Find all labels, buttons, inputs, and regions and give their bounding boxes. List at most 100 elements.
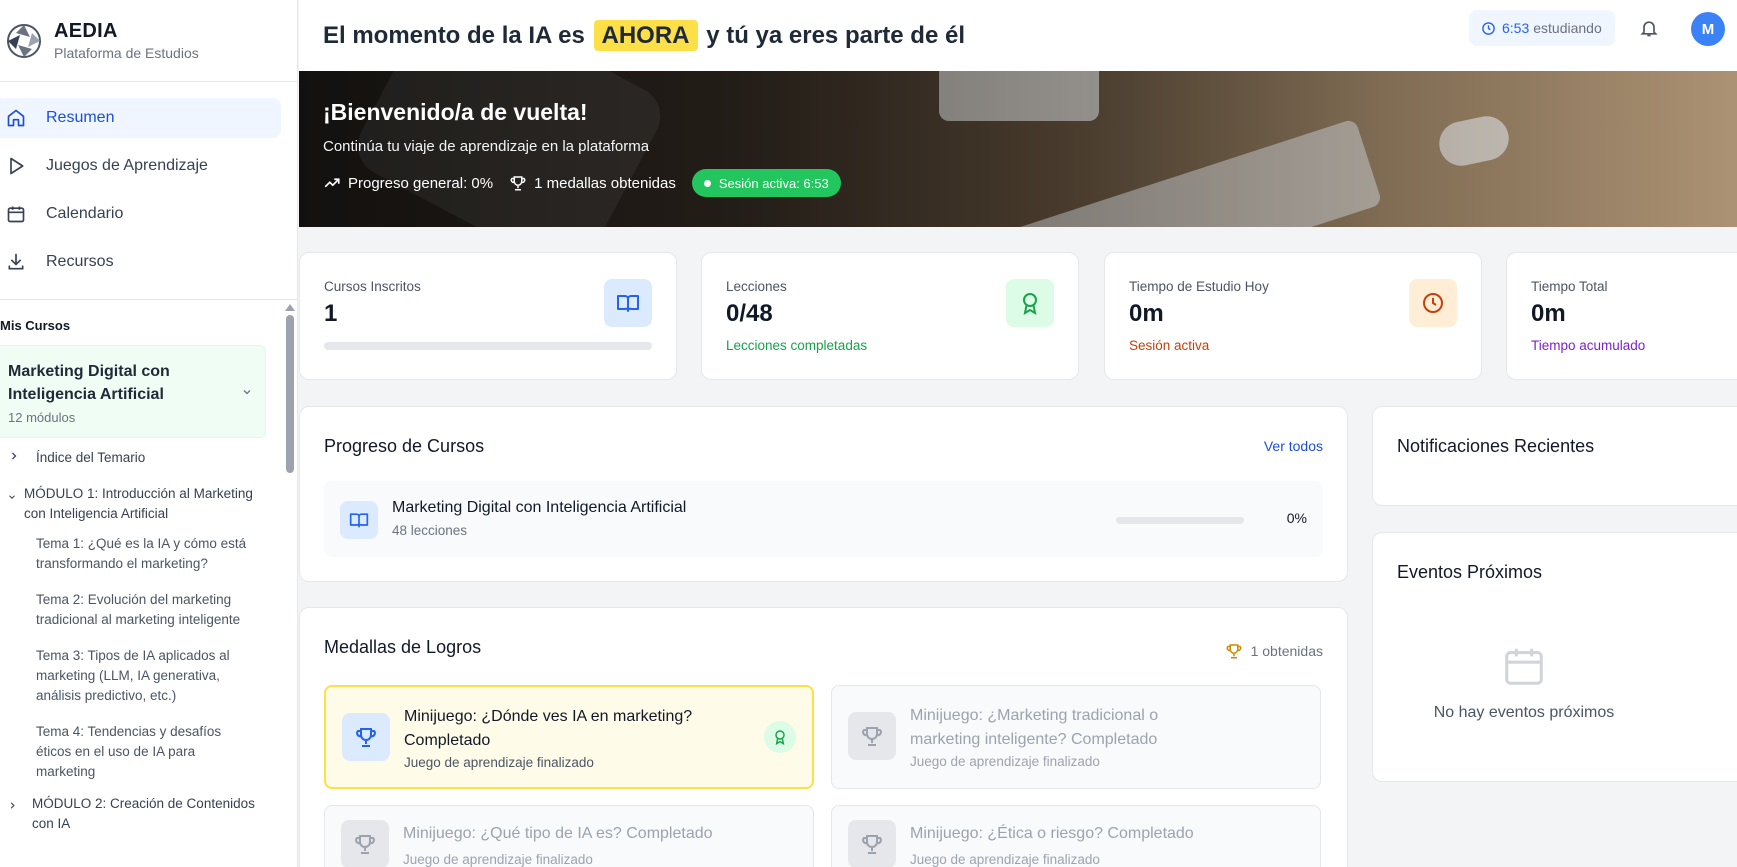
nav-label: Resumen	[46, 109, 115, 126]
topic-item[interactable]: Tema 4: Tendencias y desafíos éticos en …	[0, 718, 266, 786]
brand-subtitle: Plataforma de Estudios	[54, 45, 199, 61]
stat-value: 0m	[1129, 300, 1164, 327]
trophy-icon	[355, 835, 375, 854]
scroll-thumb[interactable]	[286, 315, 294, 473]
course-progress-bar	[1116, 517, 1244, 524]
events-empty-state: No hay eventos próximos	[1373, 643, 1675, 722]
headline: El momento de la IA es AHORA y tú ya ere…	[323, 19, 965, 51]
course-progress-panel: Progreso de Cursos Ver todos Marketing D…	[299, 406, 1348, 582]
medal-subtitle: Juego de aprendizaje finalizado	[403, 852, 593, 867]
avatar[interactable]: M	[1691, 12, 1725, 46]
session-text: Sesión activa: 6:53	[718, 175, 829, 191]
stat-note: Lecciones completadas	[726, 338, 868, 353]
course-percent: 0%	[1286, 510, 1307, 526]
medal-title: Minijuego: ¿Marketing tradicional o mark…	[910, 707, 1159, 748]
stat-value: 0m	[1531, 300, 1566, 327]
play-icon	[10, 157, 24, 175]
session-badge: Sesión activa: 6:53	[691, 169, 841, 197]
sidebar: AEDIA Plataforma de Estudios Resumen Jue…	[0, 0, 298, 867]
sidebar-scrollbar[interactable]	[285, 304, 295, 867]
award-icon	[775, 730, 785, 745]
medal-card[interactable]: Minijuego: ¿Dónde ves IA en marketing? C…	[324, 685, 814, 789]
main-nav: Resumen Juegos de Aprendizaje Calendario…	[0, 82, 297, 300]
calendar-icon	[1505, 648, 1543, 685]
nav-label: Calendario	[46, 205, 124, 222]
medal-card[interactable]: Minijuego: ¿Marketing tradicional o mark…	[831, 685, 1321, 789]
view-all-link[interactable]: Ver todos	[1264, 438, 1323, 454]
medal-icon-box	[848, 820, 896, 867]
medal-title: Minijuego: ¿Dónde ves IA en marketing? C…	[404, 708, 693, 749]
course-card[interactable]: Marketing Digital con Inteligencia Artif…	[0, 345, 266, 438]
headline-post: y tú ya eres parte de él	[706, 21, 965, 49]
home-icon	[7, 109, 25, 127]
topic-item[interactable]: Tema 3: Tipos de IA aplicados al marketi…	[0, 642, 266, 710]
medals-count-text: 1 medallas obtenidas	[534, 174, 676, 192]
medals-earned: 1 obtenidas	[1225, 642, 1323, 660]
nav-item-juegos[interactable]: Juegos de Aprendizaje	[0, 146, 281, 186]
overall-progress: Progreso general: 0%	[323, 174, 493, 192]
medal-icon-box	[342, 713, 390, 761]
tree-item-modulo-2[interactable]: MÓDULO 2: Creación de Contenidos con IA	[0, 788, 266, 840]
chevron-down-icon[interactable]	[241, 386, 253, 398]
banner-content: ¡Bienvenido/a de vuelta! Continúa tu via…	[323, 99, 841, 197]
nav-item-calendario[interactable]: Calendario	[0, 194, 281, 234]
course-tree: Índice del Temario MÓDULO 1: Introducció…	[0, 442, 266, 840]
tree-item-indice[interactable]: Índice del Temario	[0, 442, 266, 474]
clock-icon	[1482, 21, 1495, 35]
medal-title: Minijuego: ¿Ética o riesgo? Completado	[910, 825, 1194, 842]
trending-up-icon	[324, 178, 340, 188]
course-lessons: 48 lecciones	[392, 523, 468, 538]
tree-item-modulo-1[interactable]: MÓDULO 1: Introducción al Marketing con …	[0, 478, 266, 530]
medal-card[interactable]: Minijuego: ¿Qué tipo de IA es? Completad…	[324, 805, 814, 867]
trophy-icon	[510, 176, 526, 191]
medal-title: Minijuego: ¿Qué tipo de IA es? Completad…	[403, 825, 713, 842]
nav-item-recursos[interactable]: Recursos	[0, 242, 281, 282]
brand-name: AEDIA	[54, 20, 118, 42]
medal-icon-box	[848, 712, 896, 760]
book-open-icon	[349, 513, 369, 528]
book-open-icon	[617, 295, 639, 312]
course-card-title: Marketing Digital con Inteligencia Artif…	[8, 363, 170, 403]
banner-subtitle: Continúa tu viaje de aprendizaje en la p…	[323, 138, 650, 155]
aperture-logo-icon	[7, 23, 41, 58]
course-name: Marketing Digital con Inteligencia Artif…	[392, 499, 687, 516]
download-icon	[8, 253, 24, 270]
topic-item[interactable]: Tema 1: ¿Qué es la IA y cómo está transf…	[0, 530, 266, 578]
trophy-icon	[862, 727, 882, 746]
stat-value: 1	[324, 300, 338, 327]
my-courses: Mis Cursos Marketing Digital con Intelig…	[0, 302, 297, 867]
trophy-icon	[356, 728, 376, 747]
medal-subtitle: Juego de aprendizaje finalizado	[910, 754, 1100, 769]
nav-item-resumen[interactable]: Resumen	[0, 98, 281, 138]
medal-icon-box	[341, 820, 389, 867]
stat-icon-box	[1409, 279, 1457, 327]
stat-label: Cursos Inscritos	[324, 279, 421, 294]
banner-title: ¡Bienvenido/a de vuelta!	[323, 99, 588, 125]
tree-item-label: Índice del Temario	[36, 450, 146, 465]
session-dot	[703, 179, 711, 187]
bell-icon[interactable]	[1639, 18, 1659, 38]
topic-item[interactable]: Tema 2: Evolución del marketing tradicio…	[0, 586, 266, 634]
trophy-icon	[1226, 644, 1241, 659]
brand[interactable]: AEDIA Plataforma de Estudios	[0, 0, 297, 82]
medal-card[interactable]: Minijuego: ¿Ética o riesgo? Completado J…	[831, 805, 1321, 867]
notifications-panel: Notificaciones Recientes	[1372, 406, 1737, 506]
stat-card-lessons: Lecciones 0/48 Lecciones completadas	[701, 252, 1079, 380]
chevron-down-icon	[9, 495, 15, 499]
panel-title: Progreso de Cursos	[324, 436, 485, 456]
clock-icon	[1423, 293, 1443, 313]
panel-title: Eventos Próximos	[1397, 562, 1543, 582]
medal-subtitle: Juego de aprendizaje finalizado	[404, 755, 594, 770]
stat-note: Sesión activa	[1129, 338, 1210, 353]
scroll-up-arrow[interactable]	[285, 304, 295, 311]
study-time: 6:53	[1502, 20, 1530, 36]
overall-progress-text: Progreso general: 0%	[348, 174, 494, 192]
panel-title: Medallas de Logros	[324, 637, 482, 657]
study-timer[interactable]: 6:53 estudiando	[1469, 10, 1615, 46]
course-progress-row[interactable]: Marketing Digital con Inteligencia Artif…	[324, 481, 1323, 557]
stat-card-courses: Cursos Inscritos 1	[299, 252, 677, 380]
award-icon	[1023, 293, 1037, 315]
tree-item-label: MÓDULO 2: Creación de Contenidos con IA	[32, 796, 255, 831]
medals-panel: Medallas de Logros 1 obtenidas Minijuego…	[299, 607, 1348, 867]
stat-label: Tiempo Total	[1531, 279, 1608, 294]
